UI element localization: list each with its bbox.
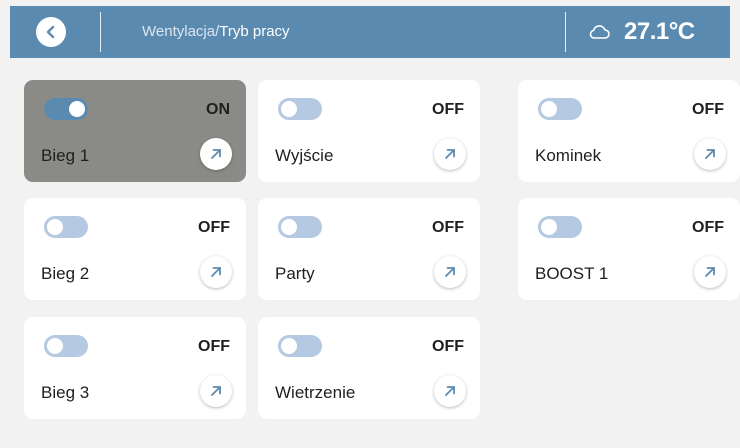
mode-toggle[interactable]: [538, 98, 582, 120]
mode-tile[interactable]: OFF Kominek: [518, 80, 740, 182]
arrow-up-right-icon: [445, 149, 455, 159]
header-divider: [565, 12, 566, 52]
arrow-up-right-icon: [705, 267, 715, 277]
open-details-button[interactable]: [694, 138, 726, 170]
toggle-knob: [47, 219, 63, 235]
mode-label: Wietrzenie: [275, 383, 356, 402]
top-bar: Wentylacja/Tryb pracy 27.1°C: [10, 6, 730, 58]
mode-tile[interactable]: OFF Bieg 3: [24, 317, 246, 419]
open-details-button[interactable]: [694, 256, 726, 288]
mode-toggle[interactable]: [44, 216, 88, 238]
mode-label: Bieg 3: [41, 383, 90, 402]
mode-tile[interactable]: ON Bieg 1: [24, 80, 246, 182]
toggle-knob: [281, 338, 297, 354]
open-details-button[interactable]: [200, 375, 232, 407]
chevron-left-icon: [46, 25, 55, 39]
open-details-button[interactable]: [434, 138, 466, 170]
mode-tile[interactable]: OFF Bieg 2: [24, 198, 246, 300]
arrow-up-right-icon: [705, 149, 715, 159]
toggle-knob: [541, 219, 557, 235]
mode-state: OFF: [432, 338, 464, 355]
breadcrumb-parent[interactable]: Wentylacja/: [142, 23, 219, 40]
mode-state: OFF: [432, 101, 464, 118]
mode-label: BOOST 1: [535, 264, 609, 283]
open-details-button[interactable]: [434, 375, 466, 407]
mode-toggle[interactable]: [278, 216, 322, 238]
mode-toggle[interactable]: [278, 98, 322, 120]
arrow-up-right-icon: [445, 386, 455, 396]
mode-toggle[interactable]: [44, 335, 88, 357]
mode-toggle[interactable]: [278, 335, 322, 357]
mode-label: Wyjście: [275, 146, 334, 165]
mode-state: OFF: [198, 338, 230, 355]
mode-tile[interactable]: OFF Wietrzenie: [258, 317, 480, 419]
arrow-up-right-icon: [211, 267, 221, 277]
open-details-button[interactable]: [200, 256, 232, 288]
mode-state: OFF: [432, 219, 464, 236]
toggle-knob: [281, 101, 297, 117]
breadcrumb-current: Tryb pracy: [219, 23, 290, 40]
mode-state: OFF: [198, 219, 230, 236]
mode-label: Kominek: [535, 146, 602, 165]
toggle-knob: [69, 101, 85, 117]
mode-tile[interactable]: OFF BOOST 1: [518, 198, 740, 300]
mode-label: Bieg 1: [41, 146, 90, 165]
open-details-button[interactable]: [200, 138, 232, 170]
arrow-up-right-icon: [211, 149, 221, 159]
toggle-knob: [281, 219, 297, 235]
weather-widget: 27.1°C: [588, 6, 695, 58]
mode-toggle[interactable]: [538, 216, 582, 238]
mode-label: Party: [275, 264, 315, 283]
mode-toggle[interactable]: [44, 98, 88, 120]
toggle-knob: [541, 101, 557, 117]
open-details-button[interactable]: [434, 256, 466, 288]
back-button[interactable]: [36, 17, 66, 47]
cloud-icon: [589, 25, 610, 39]
mode-tile[interactable]: OFF Wyjście: [258, 80, 480, 182]
arrow-up-right-icon: [211, 386, 221, 396]
arrow-up-right-icon: [445, 267, 455, 277]
header-divider: [100, 12, 101, 52]
toggle-knob: [47, 338, 63, 354]
mode-state: ON: [206, 101, 230, 118]
mode-state: OFF: [692, 219, 724, 236]
mode-label: Bieg 2: [41, 264, 90, 283]
mode-tile[interactable]: OFF Party: [258, 198, 480, 300]
mode-state: OFF: [692, 101, 724, 118]
temperature-value: 27.1°C: [624, 18, 695, 45]
breadcrumb: Wentylacja/Tryb pracy: [142, 6, 290, 58]
